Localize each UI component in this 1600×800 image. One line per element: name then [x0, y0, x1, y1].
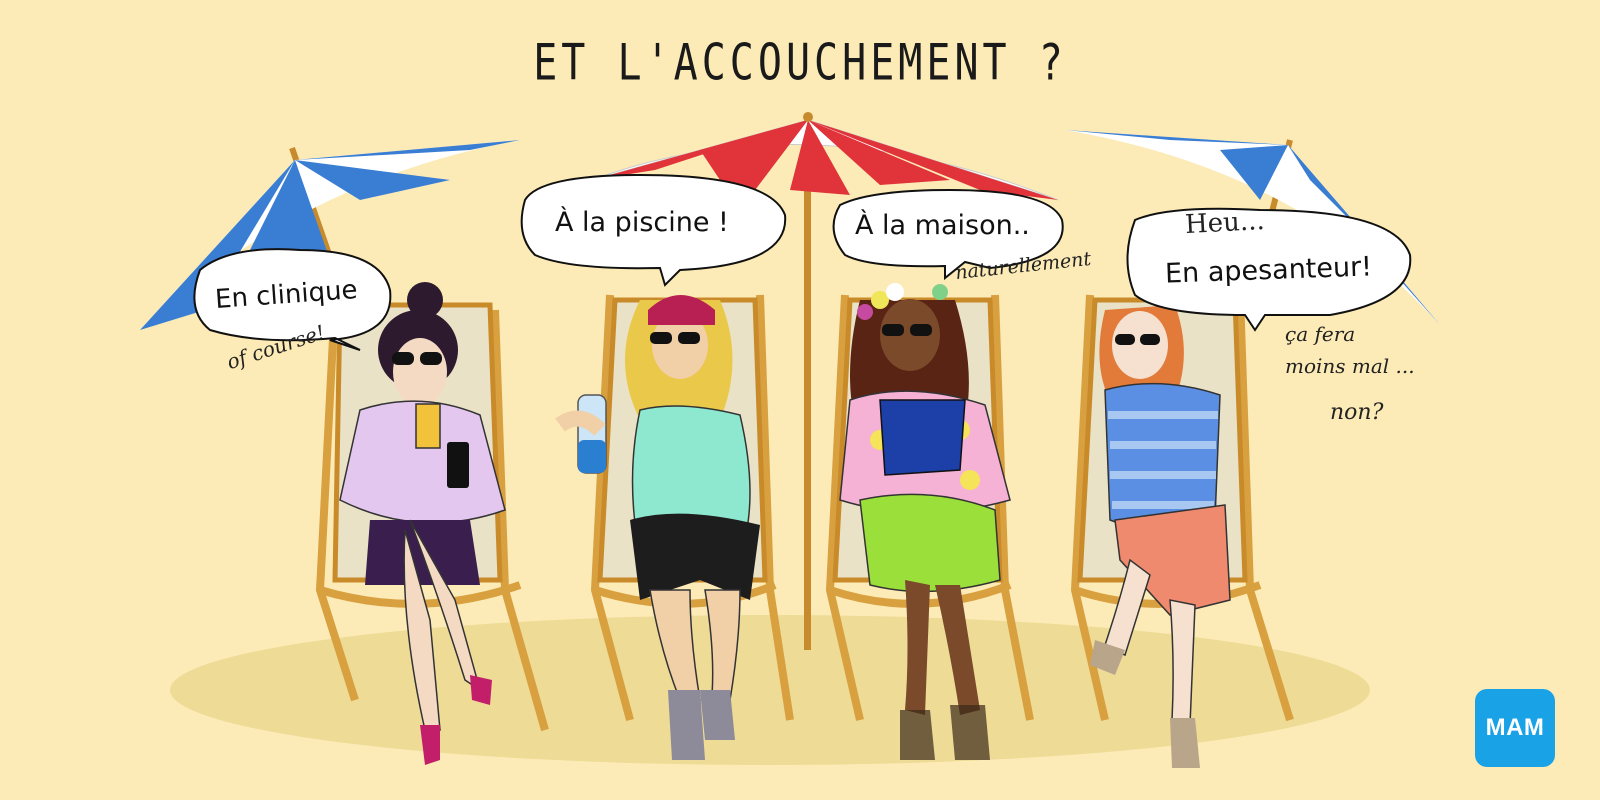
bubble-4-note-2: moins mal ...	[1285, 354, 1415, 378]
umbrella-pole	[804, 120, 811, 650]
bubble-4-top: Heu...	[1184, 205, 1266, 241]
bubble-3-text: À la maison..	[855, 210, 1030, 241]
bubble-4-note-1: ça fera	[1285, 322, 1356, 346]
bubble-4-note-3: non?	[1330, 400, 1384, 425]
mam-logo-text: MAM	[1485, 714, 1545, 741]
mam-logo: MAM	[1475, 689, 1555, 767]
bubble-2-text: À la piscine !	[555, 207, 729, 238]
page-title: ET L'ACCOUCHEMENT ?	[533, 34, 1067, 92]
